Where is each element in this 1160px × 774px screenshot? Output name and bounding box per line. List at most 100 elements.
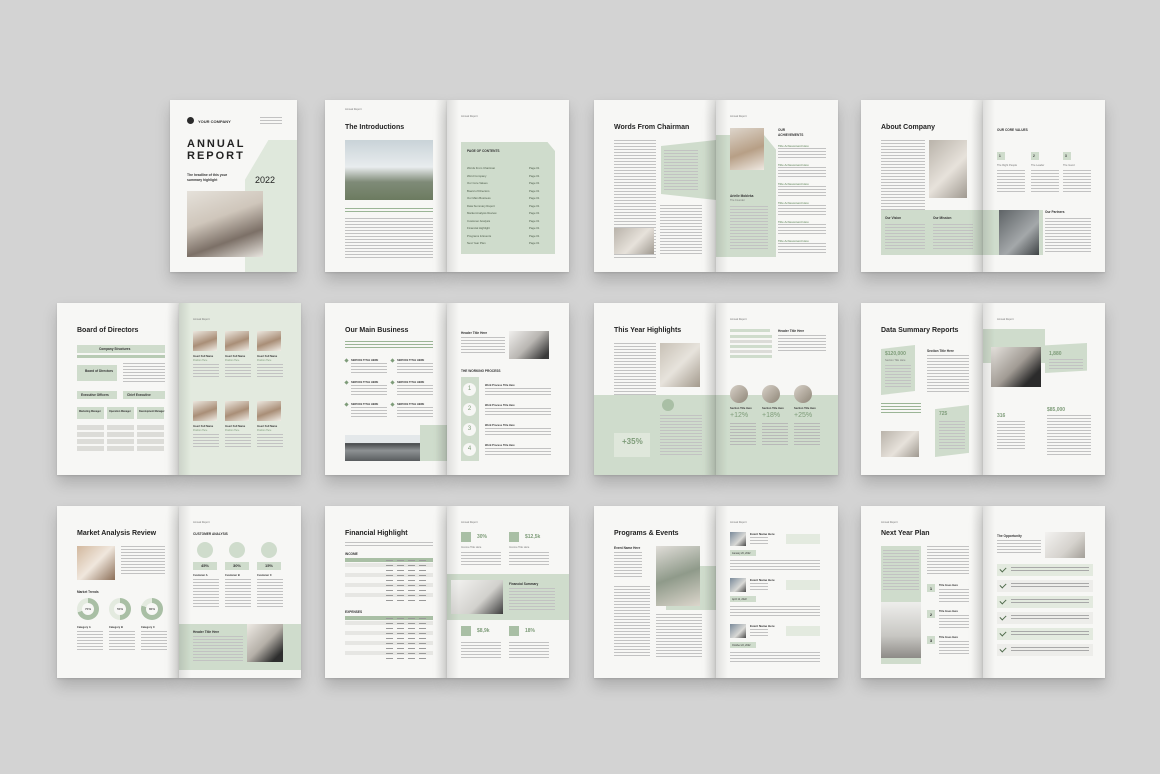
market-photo bbox=[77, 546, 115, 580]
spread-introductions: Annual Report The Introductions Annual R… bbox=[325, 100, 569, 272]
cover-title-line-1: ANNUAL bbox=[187, 138, 246, 150]
value-text bbox=[1063, 170, 1091, 192]
donut-category: Category B bbox=[109, 626, 123, 629]
department-cell bbox=[107, 425, 134, 430]
market-text bbox=[121, 546, 165, 576]
customer-name: Customer C bbox=[257, 574, 272, 577]
table-cell bbox=[386, 584, 393, 586]
service-bullet-icon bbox=[390, 358, 395, 363]
board-member-photo bbox=[193, 331, 217, 351]
department-cell bbox=[137, 425, 164, 430]
band-text bbox=[660, 415, 702, 455]
table-cell bbox=[419, 594, 426, 596]
table-cell bbox=[397, 599, 404, 601]
toc-item: Our Core Values bbox=[467, 181, 488, 185]
table-cell bbox=[408, 617, 415, 619]
plan-text bbox=[883, 550, 919, 590]
spread-board-directors: Board of Directors Company Structures Bo… bbox=[57, 303, 301, 475]
stat-text bbox=[509, 552, 549, 566]
achievements-heading-2: ACHIEVEMENTS bbox=[778, 133, 804, 137]
page-title: About Company bbox=[881, 124, 936, 131]
toc-panel: PAGE OF CONTENTS Words From Chairman Page… bbox=[461, 142, 555, 254]
plan-step-title: Title Goes Here bbox=[939, 584, 958, 587]
structure-label: Company Structures bbox=[99, 347, 131, 351]
intro-body-text bbox=[345, 218, 433, 258]
customer-text bbox=[193, 579, 219, 609]
table-cell bbox=[386, 657, 393, 659]
page-left: Board of Directors Company Structures Bo… bbox=[57, 303, 179, 475]
value-number-3: 3 bbox=[1065, 154, 1067, 158]
partners-label: Our Partners bbox=[1045, 210, 1065, 214]
page-right: The Opportunity bbox=[983, 506, 1105, 678]
table-cell bbox=[419, 599, 426, 601]
service-bullet-icon bbox=[344, 358, 349, 363]
spread-programs-events: Programs & Events Event Name Here Annual… bbox=[594, 506, 838, 678]
page-right: Annual Report PAGE OF CONTENTS Words Fro… bbox=[447, 100, 569, 272]
table-cell bbox=[386, 642, 393, 644]
toc-page: Page 01 bbox=[529, 188, 540, 193]
event-date: January 20, 2022 bbox=[732, 551, 751, 555]
running-head: Annual Report bbox=[345, 108, 362, 111]
event-title: Event Name Here bbox=[750, 624, 775, 628]
table-cell bbox=[397, 622, 404, 624]
cover-page: YOUR COMPANY ANNUAL REPORT The headline … bbox=[170, 100, 297, 272]
step-title: Work Process Title Here bbox=[485, 424, 515, 427]
customer-avatar-icon bbox=[197, 542, 213, 558]
page-title: Data Summary Reports bbox=[881, 327, 959, 334]
toc-page: Page 01 bbox=[529, 166, 540, 170]
cover-portrait-photo bbox=[187, 191, 263, 257]
header-text bbox=[461, 337, 505, 355]
page-left: Words From Chairman bbox=[594, 100, 716, 272]
checklist bbox=[997, 564, 1093, 664]
highlight-columns: Section Title Here +12% Section Title Here… bbox=[730, 385, 826, 455]
mission-label: Our Mission bbox=[933, 216, 952, 220]
event-text bbox=[730, 560, 820, 570]
event-date: October 22, 2022 bbox=[732, 643, 751, 647]
building-photo bbox=[345, 140, 433, 200]
toc-item: Customer Analysis bbox=[467, 218, 491, 223]
partners-text bbox=[1045, 218, 1091, 254]
donut-category: Category C bbox=[141, 626, 155, 629]
plan-step-title: Title Goes Here bbox=[939, 610, 958, 613]
mission-text bbox=[933, 224, 973, 250]
service-text bbox=[351, 407, 387, 419]
table-cell bbox=[419, 589, 426, 591]
events-list: Event Name Here January 20, 2022 Event Nam… bbox=[730, 532, 826, 666]
running-head: Annual Report bbox=[730, 521, 747, 524]
board-member-role: Position Here bbox=[193, 359, 208, 362]
header-text bbox=[778, 335, 826, 353]
department-cell bbox=[77, 439, 104, 444]
page-left: This Year Highlights +35% bbox=[594, 303, 716, 475]
page-right: OUR CORE VALUES 1 2 3 The Right People T… bbox=[983, 100, 1105, 272]
table-cell bbox=[419, 617, 426, 619]
service-bullet-icon bbox=[390, 402, 395, 407]
table-cell bbox=[419, 642, 426, 644]
department-label: Development Manager bbox=[139, 410, 165, 413]
table-cell bbox=[408, 564, 415, 566]
donut-value: 70% bbox=[84, 607, 91, 611]
lead-text bbox=[345, 542, 433, 548]
table-cell bbox=[386, 637, 393, 639]
event-date: April 12, 2022 bbox=[732, 597, 747, 601]
achievement-text bbox=[778, 148, 826, 158]
stat-value: 1,880 bbox=[1049, 351, 1062, 357]
page-left: Market Analysis Review Market Trends 70%… bbox=[57, 506, 179, 678]
event-title: Event Name Here bbox=[750, 578, 775, 582]
board-member-name: Insert Full Name bbox=[225, 425, 246, 428]
stat-text bbox=[1049, 359, 1083, 371]
stat-text bbox=[509, 642, 549, 658]
stat-photo bbox=[881, 431, 919, 457]
plan-step-box: 2 bbox=[927, 610, 935, 618]
value-number-2: 2 bbox=[1033, 154, 1035, 158]
board-text bbox=[123, 363, 165, 383]
event-text bbox=[614, 586, 650, 658]
donut-value: 50% bbox=[116, 607, 123, 611]
stat-value: $85,000 bbox=[1047, 407, 1066, 413]
department-grid bbox=[77, 425, 165, 455]
table-cell bbox=[397, 589, 404, 591]
highlights-photo bbox=[660, 343, 700, 387]
toc-page: Page 01 bbox=[529, 181, 540, 185]
table-cell bbox=[397, 584, 404, 586]
spread-market-analysis: Market Analysis Review Market Trends 70%… bbox=[57, 506, 301, 678]
table-cell bbox=[386, 574, 393, 576]
